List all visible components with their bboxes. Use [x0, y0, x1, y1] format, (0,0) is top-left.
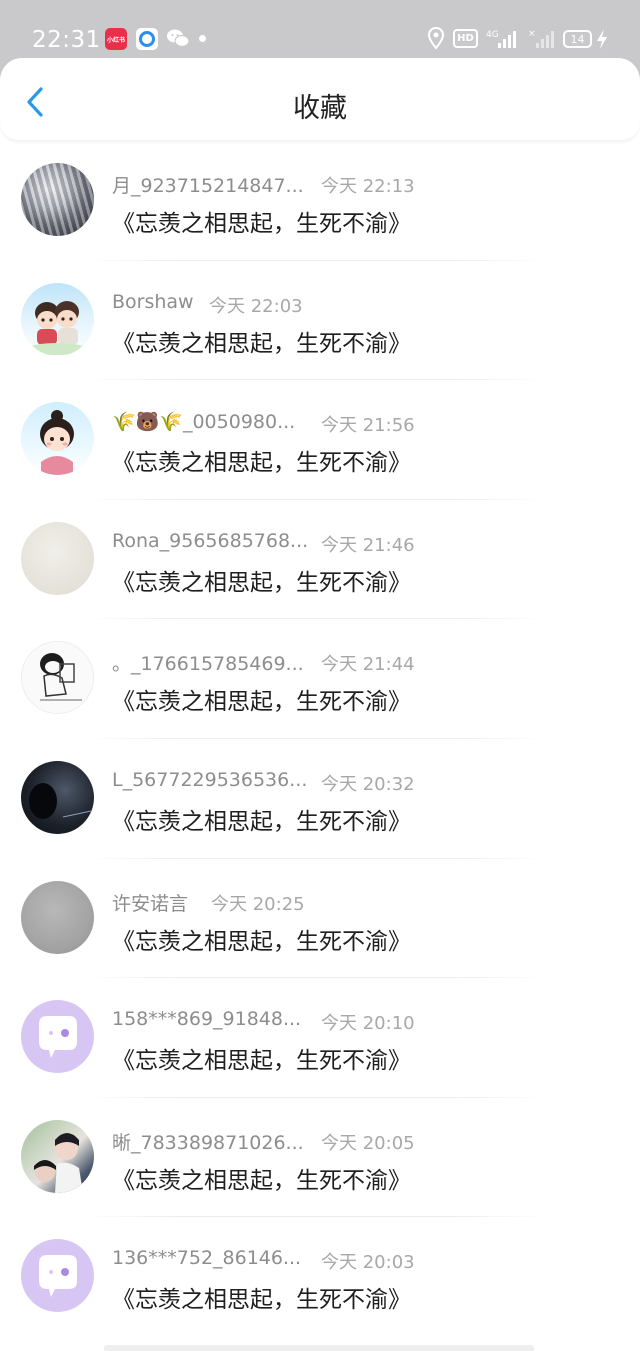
username: 。_176615785469...: [112, 653, 304, 676]
wechat-icon: [167, 29, 190, 48]
username: L_5677229536536...: [112, 768, 308, 791]
nav-header: 收藏: [0, 58, 640, 140]
message-text: 《忘羡之相思起，生死不渝》: [112, 569, 411, 596]
message-text: 《忘羡之相思起，生死不渝》: [112, 1167, 411, 1194]
message-text: 《忘羡之相思起，生死不渝》: [112, 689, 411, 716]
cartoon-couple-avatar[interactable]: [21, 282, 94, 356]
username: 晰_783389871026...: [112, 1131, 304, 1154]
username: 许安诺言: [112, 892, 189, 915]
username: 136***752_86146...: [112, 1247, 302, 1270]
timestamp: 今天 20:10: [321, 1013, 415, 1035]
list-item[interactable]: 🌾🐻🌾_0050980... 今天 21:56 《忘羡之相思起，生死不渝》: [0, 380, 640, 500]
sketch-character-avatar[interactable]: [21, 641, 94, 715]
username: 158***869_91848...: [112, 1008, 302, 1031]
list-item[interactable]: L_5677229536536... 今天 20:32 《忘羡之相思起，生死不渝…: [0, 739, 640, 859]
message-text: 《忘羡之相思起，生死不渝》: [112, 1048, 411, 1075]
svg-text:×: ×: [528, 29, 536, 39]
list-item[interactable]: Borshaw 今天 22:03 《忘羡之相思起，生死不渝》: [0, 261, 640, 381]
timestamp: 今天 21:56: [321, 415, 415, 437]
timestamp: 今天 20:03: [321, 1252, 415, 1274]
snowy-landscape-avatar[interactable]: [21, 163, 94, 236]
signal-icon: 4G: [486, 30, 516, 48]
list-item[interactable]: 月_923715214847... 今天 22:13 《忘羡之相思起，生死不渝》: [0, 141, 640, 261]
grey-plain-avatar[interactable]: [21, 880, 94, 954]
beige-plain-avatar[interactable]: [21, 521, 94, 595]
notification-dot-icon: [199, 35, 206, 42]
list-item[interactable]: 。_176615785469... 今天 21:44 《忘羡之相思起，生死不渝》: [0, 619, 640, 739]
message-text: 《忘羡之相思起，生死不渝》: [112, 1287, 411, 1314]
message-text: 《忘羡之相思起，生死不渝》: [112, 211, 411, 237]
favorites-list: 月_923715214847... 今天 22:13 《忘羡之相思起，生死不渝》…: [0, 141, 640, 1337]
timestamp: 今天 21:46: [321, 534, 415, 556]
battery-icon: 14: [563, 30, 592, 48]
hd-icon: HD: [453, 29, 478, 48]
username: Borshaw: [112, 290, 194, 313]
timestamp: 今天 20:32: [321, 773, 415, 795]
network-type-label: 4G: [486, 30, 499, 40]
list-item[interactable]: 许安诺言 今天 20:25 《忘羡之相思起，生死不渝》: [0, 859, 640, 979]
timestamp: 今天 20:05: [321, 1132, 415, 1154]
username: 🌾🐻🌾_0050980...: [112, 411, 296, 434]
blue-app-icon: [136, 28, 158, 50]
message-text: 《忘羡之相思起，生死不渝》: [112, 330, 411, 357]
timestamp: 今天 22:03: [209, 295, 303, 317]
default-chat-bubble-avatar[interactable]: [21, 1000, 94, 1074]
location-icon: [427, 26, 445, 50]
default-chat-bubble-avatar[interactable]: [21, 1239, 94, 1313]
page-title: 收藏: [293, 93, 347, 124]
charging-bolt-icon: [597, 29, 607, 49]
list-item[interactable]: 晰_783389871026... 今天 20:05 《忘羡之相思起，生死不渝》: [0, 1098, 640, 1218]
message-text: 《忘羡之相思起，生死不渝》: [112, 928, 411, 955]
username: Rona_9565685768...: [112, 529, 309, 552]
message-text: 《忘羡之相思起，生死不渝》: [112, 450, 411, 477]
xiaohongshu-app-icon: 小红书: [105, 28, 127, 50]
signal-icon-2: ×: [528, 29, 554, 48]
list-item[interactable]: 158***869_91848... 今天 20:10 《忘羡之相思起，生死不渝…: [0, 978, 640, 1098]
timestamp: 今天 21:44: [321, 654, 415, 676]
cartoon-girl-avatar[interactable]: [21, 402, 94, 476]
status-time: 22:31: [32, 27, 101, 53]
bottom-tab-edge: [104, 1345, 534, 1351]
dark-silhouette-avatar[interactable]: [21, 760, 94, 834]
timestamp: 今天 22:13: [321, 176, 415, 197]
username: 月_923715214847...: [112, 175, 304, 197]
timestamp: 今天 20:25: [211, 893, 305, 915]
list-item[interactable]: 136***752_86146... 今天 20:03 《忘羡之相思起，生死不渝…: [0, 1217, 640, 1337]
message-text: 《忘羡之相思起，生死不渝》: [112, 808, 411, 835]
drama-photo-avatar[interactable]: [21, 1119, 94, 1193]
list-item[interactable]: Rona_9565685768... 今天 21:46 《忘羡之相思起，生死不渝…: [0, 500, 640, 620]
